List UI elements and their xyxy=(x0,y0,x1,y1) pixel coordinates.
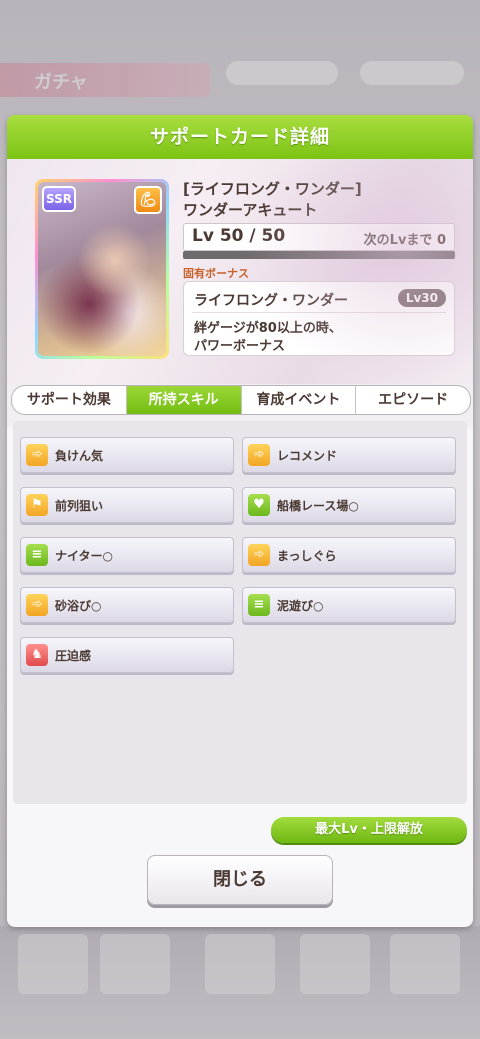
running-icon: ➾ xyxy=(26,444,48,466)
next-level-text: 次のLvまで 0 xyxy=(363,233,446,248)
tab-owned-skills[interactable]: 所持スキル xyxy=(126,386,242,414)
skill-list: ➾ 負けん気 ➾ レコメンド ⚑ 前列狙い ♥ 船橋レース場○ ≡ ナイター○ … xyxy=(13,421,467,804)
skill-label: 圧迫感 xyxy=(55,649,92,663)
unique-bonus-desc: 絆ゲージが80以上の時、 xyxy=(194,321,342,336)
skill-item[interactable]: ≡ 泥遊び○ xyxy=(242,587,456,623)
card-info-panel: SSR 💪︎ [ライフロング・ワンダー] ワンダーアキュート Lv 50 / 5… xyxy=(7,159,473,384)
unique-bonus-level-badge: Lv30 xyxy=(397,289,446,307)
level-box: Lv 50 / 50 次のLvまで 0 xyxy=(183,223,455,251)
limit-break-button[interactable]: 最大Lv・上限解放 xyxy=(271,817,467,843)
skill-item[interactable]: ➾ 負けん気 xyxy=(20,437,234,473)
skill-label: 砂浴び○ xyxy=(55,599,102,613)
skill-item[interactable]: ♞ 圧迫感 xyxy=(20,637,234,673)
skill-label: 船橋レース場○ xyxy=(277,499,359,513)
skill-label: 負けん気 xyxy=(55,449,104,463)
skill-label: 泥遊び○ xyxy=(277,599,324,613)
rarity-badge: SSR xyxy=(42,186,76,212)
running-icon: ➾ xyxy=(248,444,270,466)
tab-training-events[interactable]: 育成イベント xyxy=(242,386,357,414)
flag-icon: ⚑ xyxy=(26,494,48,516)
tab-episode[interactable]: エピソード xyxy=(356,386,470,414)
unique-bonus-label: 固有ボーナス xyxy=(183,267,249,280)
document-icon: ≡ xyxy=(248,594,270,616)
support-card-image[interactable]: SSR 💪︎ xyxy=(35,179,169,359)
skill-item[interactable]: ⚑ 前列狙い xyxy=(20,487,234,523)
unique-bonus-desc: パワーボーナス xyxy=(194,339,286,354)
power-icon: 💪︎ xyxy=(134,186,162,214)
support-card-detail-dialog: サポートカード詳細 SSR 💪︎ [ライフロング・ワンダー] ワンダーアキュート… xyxy=(7,115,473,927)
skill-item[interactable]: ➾ レコメンド xyxy=(242,437,456,473)
skill-item[interactable]: ≡ ナイター○ xyxy=(20,537,234,573)
skill-label: まっしぐら xyxy=(277,549,337,563)
level-progress-fill xyxy=(183,251,455,259)
card-character-name: ワンダーアキュート xyxy=(183,201,318,219)
card-illustration: SSR 💪︎ xyxy=(38,182,166,356)
running-icon: ➾ xyxy=(248,544,270,566)
skill-item[interactable]: ♥ 船橋レース場○ xyxy=(242,487,456,523)
card-title: [ライフロング・ワンダー] xyxy=(183,180,362,198)
divider xyxy=(192,312,446,313)
level-text: Lv 50 / 50 xyxy=(192,226,286,246)
running-icon: ➾ xyxy=(26,594,48,616)
skill-label: レコメンド xyxy=(277,449,338,463)
heart-icon: ♥ xyxy=(248,494,270,516)
unique-bonus-name: ライフロング・ワンダー xyxy=(194,293,348,309)
skill-item[interactable]: ➾ まっしぐら xyxy=(242,537,456,573)
skill-label: ナイター○ xyxy=(55,549,113,563)
tab-bar: サポート効果 所持スキル 育成イベント エピソード xyxy=(11,385,471,415)
tab-support-effect[interactable]: サポート効果 xyxy=(12,386,127,414)
horse-icon: ♞ xyxy=(26,644,48,666)
unique-bonus-box: ライフロング・ワンダー Lv30 絆ゲージが80以上の時、 パワーボーナス xyxy=(183,281,455,356)
skill-label: 前列狙い xyxy=(55,499,104,513)
dialog-title: サポートカード詳細 xyxy=(7,115,473,159)
document-icon: ≡ xyxy=(26,544,48,566)
level-progress-bar xyxy=(183,251,455,259)
skill-item[interactable]: ➾ 砂浴び○ xyxy=(20,587,234,623)
close-button[interactable]: 閉じる xyxy=(147,855,333,905)
